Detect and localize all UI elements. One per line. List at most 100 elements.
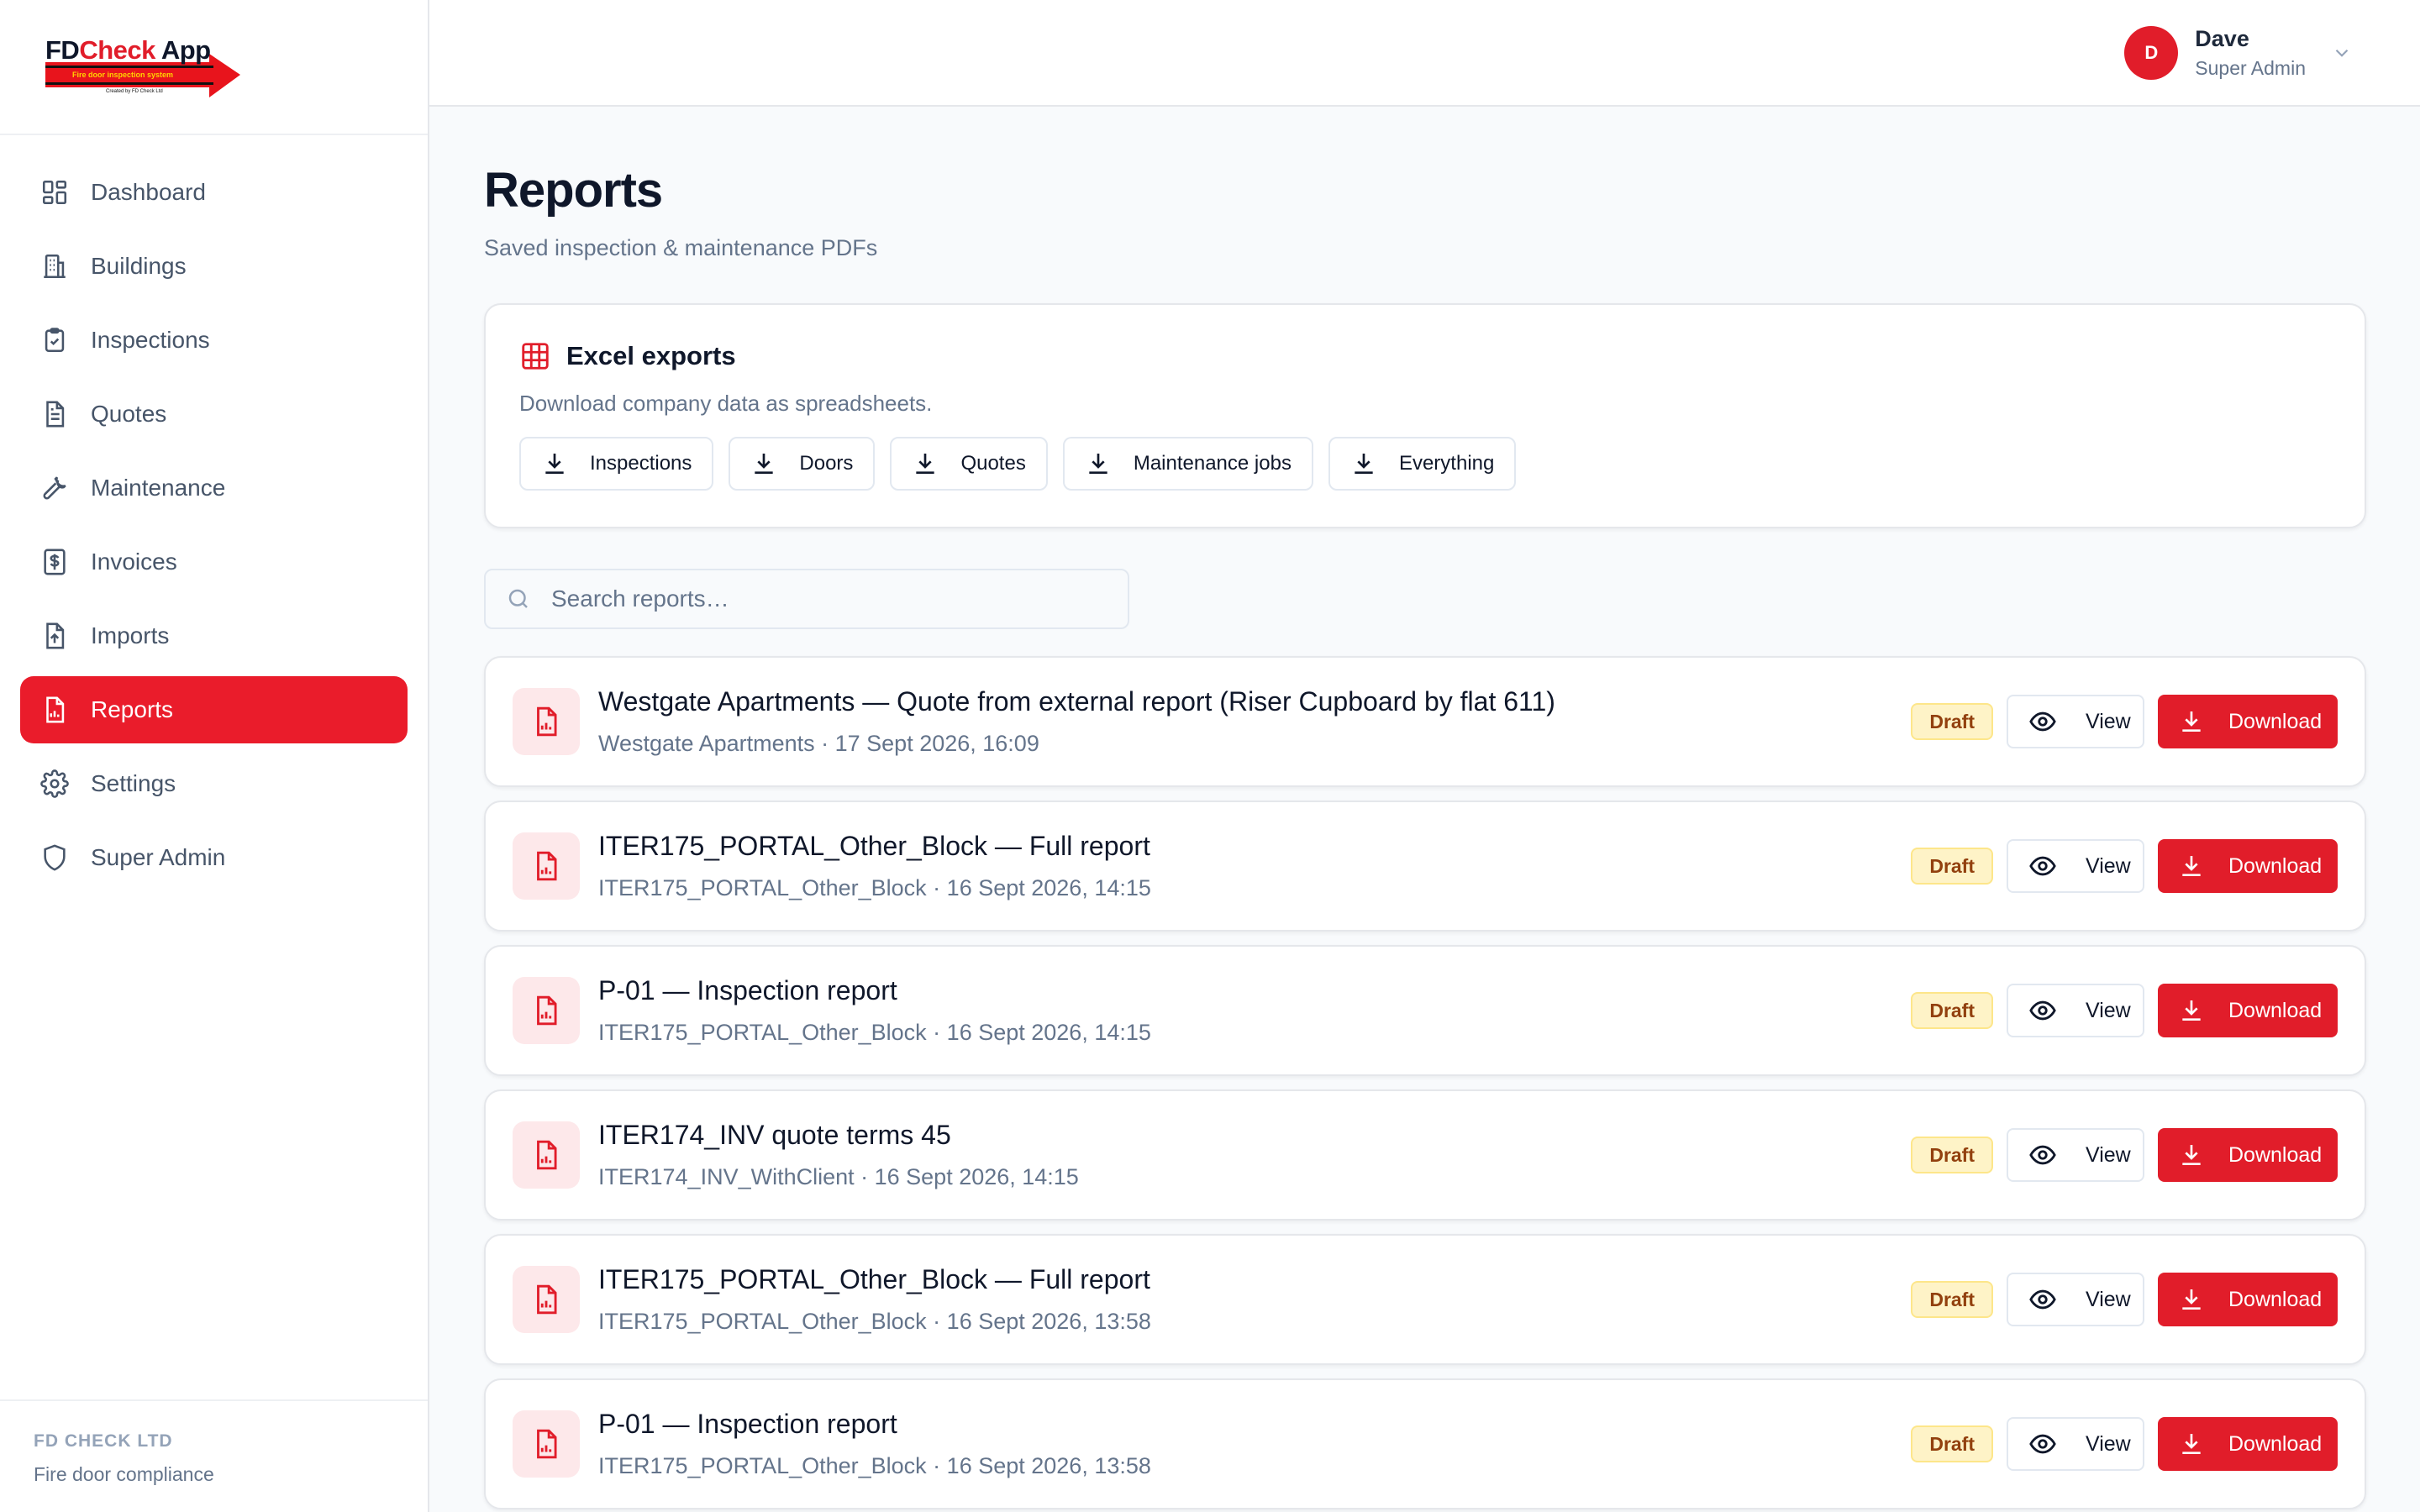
report-text: ITER175_PORTAL_Other_Block — Full report… xyxy=(598,831,1911,901)
user-menu[interactable]: D Dave Super Admin xyxy=(2124,26,2353,80)
download-icon xyxy=(1089,454,1107,474)
view-button[interactable]: View xyxy=(2007,839,2144,893)
clipboard-check-icon xyxy=(40,326,69,354)
sidebar-item-inspections[interactable]: Inspections xyxy=(20,307,408,374)
sidebar-item-label: Settings xyxy=(91,770,176,796)
eye-icon xyxy=(2029,711,2056,732)
logo-credit: Created by FD Check Ltd xyxy=(106,89,163,94)
sidebar-item-settings[interactable]: Settings xyxy=(20,750,408,817)
page-subtitle: Saved inspection & maintenance PDFs xyxy=(484,235,878,260)
download-icon xyxy=(1355,454,1373,474)
sidebar-item-super-admin[interactable]: Super Admin xyxy=(20,824,408,891)
logo[interactable]: FDCheck App Fire door inspection system … xyxy=(0,0,428,135)
sidebar-item-imports[interactable]: Imports xyxy=(20,602,408,669)
chevron-down-icon xyxy=(2335,49,2349,57)
export-doors-button[interactable]: Doors xyxy=(729,437,876,491)
sidebar-item-buildings[interactable]: Buildings xyxy=(20,233,408,300)
export-everything-button[interactable]: Everything xyxy=(1328,437,1517,491)
download-button[interactable]: Download xyxy=(2158,695,2338,748)
user-info: Dave Super Admin xyxy=(2195,26,2306,80)
status-badge: Draft xyxy=(1911,703,1993,740)
sidebar: FDCheck App Fire door inspection system … xyxy=(0,0,429,1512)
report-meta: ITER175_PORTAL_Other_Block · 16 Sept 202… xyxy=(598,875,1151,900)
download-label: Download xyxy=(2228,853,2323,878)
download-label: Download xyxy=(2228,998,2323,1022)
view-label: View xyxy=(2086,1287,2131,1311)
export-maintenance-jobs-button[interactable]: Maintenance jobs xyxy=(1062,437,1313,491)
export-label: Inspections xyxy=(590,452,692,475)
view-button[interactable]: View xyxy=(2007,1128,2144,1182)
report-meta: ITER174_INV_WithClient · 16 Sept 2026, 1… xyxy=(598,1164,1079,1189)
list-item: P-01 — Inspection report ITER175_PORTAL_… xyxy=(484,945,2366,1076)
file-chart-icon xyxy=(513,1121,580,1189)
main-content: Reports Saved inspection & maintenance P… xyxy=(484,107,2366,1512)
download-button[interactable]: Download xyxy=(2158,984,2338,1037)
report-meta: Westgate Apartments · 17 Sept 2026, 16:0… xyxy=(598,731,1039,756)
sidebar-item-dashboard[interactable]: Dashboard xyxy=(20,159,408,226)
view-button[interactable]: View xyxy=(2007,984,2144,1037)
export-label: Everything xyxy=(1398,452,1495,475)
download-button[interactable]: Download xyxy=(2158,839,2338,893)
download-icon xyxy=(755,454,774,474)
report-actions: Draft View Download xyxy=(1911,1128,2338,1182)
download-icon xyxy=(2182,1145,2201,1165)
report-actions: Draft View Download xyxy=(1911,984,2338,1037)
download-button[interactable]: Download xyxy=(2158,1128,2338,1182)
export-inspections-button[interactable]: Inspections xyxy=(519,437,714,491)
report-actions: Draft View Download xyxy=(1911,695,2338,748)
sidebar-item-quotes[interactable]: Quotes xyxy=(20,381,408,448)
export-buttons: Inspections Doors Quotes Maintenance job… xyxy=(519,437,2331,491)
company-tagline: Fire door compliance xyxy=(34,1463,214,1485)
download-icon xyxy=(2182,856,2201,876)
view-button[interactable]: View xyxy=(2007,1417,2144,1471)
sidebar-footer: FD CHECK LTD Fire door compliance xyxy=(0,1399,428,1512)
avatar: D xyxy=(2124,26,2179,80)
download-button[interactable]: Download xyxy=(2158,1417,2338,1471)
list-item: Westgate Apartments — Quote from externa… xyxy=(484,656,2366,787)
download-icon xyxy=(2182,1434,2201,1454)
list-item: ITER175_PORTAL_Other_Block — Full report… xyxy=(484,1234,2366,1365)
page-title: Reports xyxy=(484,163,663,218)
view-label: View xyxy=(2086,709,2131,733)
report-actions: Draft View Download xyxy=(1911,1417,2338,1471)
report-text: ITER175_PORTAL_Other_Block — Full report… xyxy=(598,1264,1911,1335)
file-text-icon xyxy=(40,400,69,428)
logo-tagline: Fire door inspection system xyxy=(72,71,174,79)
excel-exports-card: Excel exports Download company data as s… xyxy=(484,303,2366,528)
spreadsheet-icon xyxy=(522,343,549,370)
export-quotes-button[interactable]: Quotes xyxy=(890,437,1048,491)
sidebar-item-reports[interactable]: Reports xyxy=(20,676,408,743)
status-badge: Draft xyxy=(1911,848,1993,885)
logo-app: App xyxy=(160,35,211,65)
eye-icon xyxy=(2029,1000,2056,1021)
list-item: ITER174_INV quote terms 45 ITER174_INV_W… xyxy=(484,1089,2366,1221)
sidebar-item-maintenance[interactable]: Maintenance xyxy=(20,454,408,522)
report-text: P-01 — Inspection report ITER175_PORTAL_… xyxy=(598,1409,1911,1479)
gear-icon xyxy=(40,769,69,798)
report-title: Westgate Apartments — Quote from externa… xyxy=(598,686,1555,717)
user-role: Super Admin xyxy=(2195,57,2306,79)
download-label: Download xyxy=(2228,1431,2323,1456)
download-button[interactable]: Download xyxy=(2158,1273,2338,1326)
logo-check: Check xyxy=(79,35,155,65)
sidebar-item-label: Super Admin xyxy=(91,844,226,870)
excel-subtitle: Download company data as spreadsheets. xyxy=(519,391,933,416)
wrench-icon xyxy=(40,474,69,502)
view-label: View xyxy=(2086,1431,2131,1456)
view-button[interactable]: View xyxy=(2007,695,2144,748)
sidebar-nav: Dashboard Buildings Inspections Quotes M… xyxy=(0,135,428,891)
list-item: P-01 — Inspection report ITER175_PORTAL_… xyxy=(484,1378,2366,1509)
file-chart-icon xyxy=(513,688,580,755)
eye-icon xyxy=(2029,1434,2056,1454)
status-badge: Draft xyxy=(1911,1281,1993,1318)
sidebar-item-label: Invoices xyxy=(91,549,177,575)
excel-header: Excel exports xyxy=(519,340,2331,372)
status-badge: Draft xyxy=(1911,1137,1993,1173)
search-input[interactable] xyxy=(551,585,1106,612)
view-button[interactable]: View xyxy=(2007,1273,2144,1326)
export-label: Quotes xyxy=(960,452,1026,475)
sidebar-item-invoices[interactable]: Invoices xyxy=(20,528,408,596)
sidebar-item-label: Inspections xyxy=(91,327,210,353)
report-title: P-01 — Inspection report xyxy=(598,1409,897,1439)
logo-fd: FD xyxy=(45,35,80,65)
